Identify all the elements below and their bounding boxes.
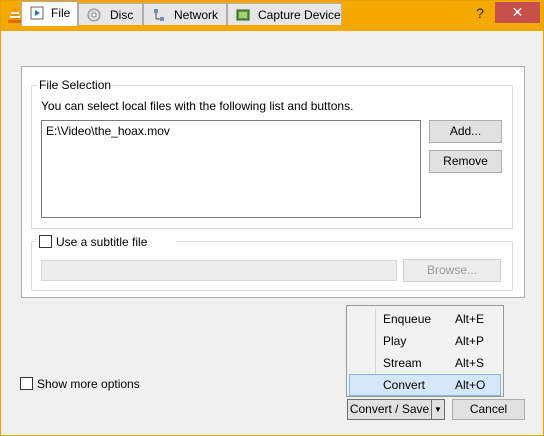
menu-item-shortcut: Alt+S (455, 356, 485, 370)
disc-icon (87, 8, 101, 22)
help-button[interactable]: ? (469, 5, 491, 25)
menu-item-stream[interactable]: Stream Alt+S (349, 352, 501, 374)
menu-item-shortcut: Alt+P (455, 334, 485, 348)
subtitle-checkbox[interactable] (39, 235, 52, 248)
menu-item-convert[interactable]: Convert Alt+O (349, 374, 501, 396)
menu-item-play[interactable]: Play Alt+P (349, 330, 501, 352)
subtitle-file-field (41, 260, 397, 281)
remove-button[interactable]: Remove (429, 150, 502, 173)
file-selection-title: File Selection (37, 78, 114, 92)
menu-item-label: Stream (383, 356, 422, 370)
menu-item-enqueue[interactable]: Enqueue Alt+E (349, 308, 501, 330)
close-button[interactable]: ✕ (495, 2, 540, 23)
capture-device-icon (236, 9, 250, 21)
convert-save-menu: Enqueue Alt+E Play Alt+P Stream Alt+S Co… (346, 305, 504, 397)
subtitle-label[interactable]: Use a subtitle file (56, 235, 147, 249)
show-more-options-checkbox[interactable] (20, 377, 33, 390)
tab-disc[interactable]: Disc (78, 3, 143, 25)
tab-network[interactable]: Network (143, 3, 227, 25)
menu-item-shortcut: Alt+E (455, 312, 485, 326)
menu-item-label: Play (383, 334, 407, 348)
tab-capture-device-label: Capture Device (258, 8, 341, 22)
network-icon (154, 9, 164, 21)
tab-network-label: Network (174, 8, 219, 22)
menu-item-label: Enqueue (383, 312, 432, 326)
tab-file-label: File (51, 6, 71, 20)
subtitle-header: Use a subtitle file (36, 234, 176, 250)
tab-file[interactable]: File (21, 1, 78, 26)
show-more-options-label[interactable]: Show more options (37, 377, 140, 391)
convert-dialog: Convert ? ✕ File Disc Network Capture (0, 0, 544, 436)
convert-save-split-button[interactable]: Convert / Save ▼ (347, 399, 445, 420)
file-icon (30, 6, 44, 20)
browse-button: Browse... (403, 259, 501, 282)
menu-item-label: Convert (383, 378, 426, 392)
list-item[interactable]: E:\Video\the_hoax.mov (46, 124, 416, 138)
tab-disc-label: Disc (110, 8, 134, 22)
chevron-down-icon[interactable]: ▼ (431, 400, 444, 419)
tab-capture-device[interactable]: Capture Device (227, 3, 342, 25)
menu-item-shortcut: Alt+O (455, 378, 486, 392)
convert-save-button[interactable]: Convert / Save (348, 400, 431, 419)
file-list[interactable]: E:\Video\the_hoax.mov (41, 120, 421, 218)
file-selection-description: You can select local files with the foll… (41, 99, 354, 113)
add-button[interactable]: Add... (429, 120, 502, 143)
cancel-button[interactable]: Cancel (452, 399, 525, 420)
